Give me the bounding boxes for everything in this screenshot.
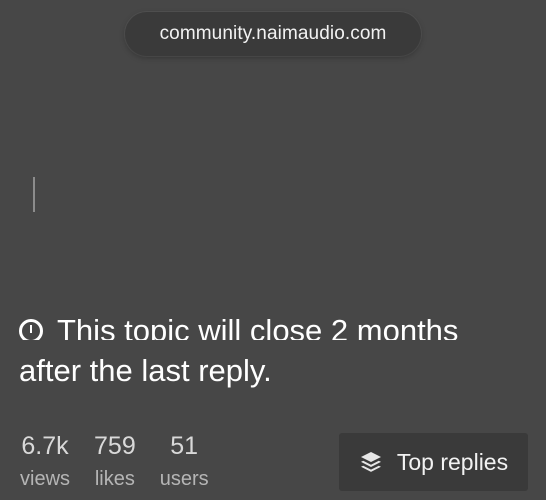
stat-users: 51 users <box>160 432 209 491</box>
url-text: community.naimaudio.com <box>159 23 387 44</box>
layers-icon <box>359 450 383 474</box>
stat-value: 6.7k <box>21 432 69 460</box>
stat-value: 759 <box>94 432 136 460</box>
stat-value: 51 <box>170 432 199 460</box>
top-replies-button[interactable]: Top replies <box>339 433 528 491</box>
notice-line-1: This topic will close 2 months <box>57 313 459 340</box>
topic-close-notice: This topic will close 2 months after the… <box>19 300 539 395</box>
stat-likes: 759 likes <box>94 432 136 491</box>
stat-label: likes <box>94 468 135 490</box>
stat-label: users <box>159 468 209 490</box>
stat-views: 6.7k views <box>20 432 70 491</box>
stat-label: views <box>20 468 71 490</box>
top-replies-label: Top replies <box>396 448 509 475</box>
clock-icon <box>19 319 43 340</box>
text-cursor <box>33 177 35 212</box>
topic-stats: 6.7k views 759 likes 51 users <box>20 432 233 491</box>
notice-line-2: after the last reply. <box>19 353 272 388</box>
address-bar[interactable]: community.naimaudio.com <box>125 12 421 56</box>
